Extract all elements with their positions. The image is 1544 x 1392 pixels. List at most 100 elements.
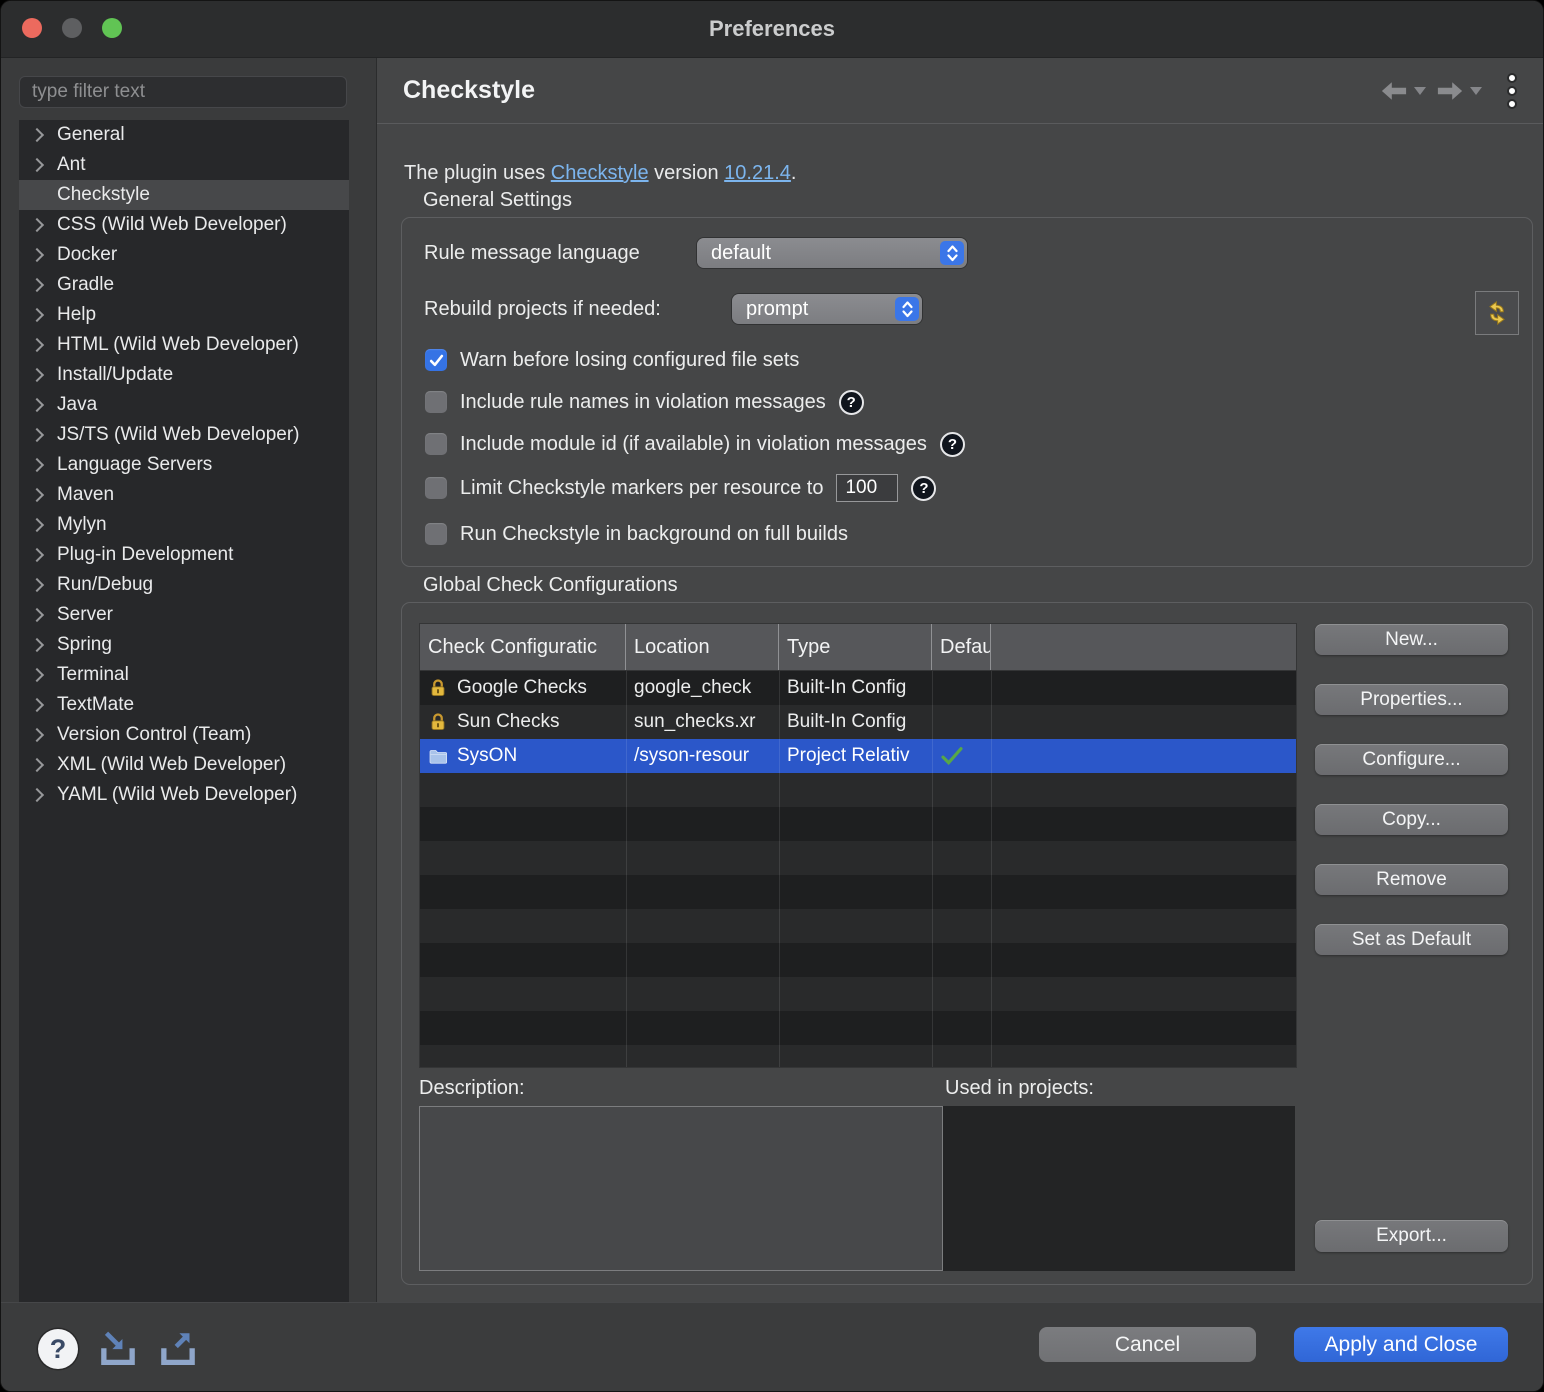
sidebar-item-js-ts[interactable]: JS/TS (Wild Web Developer)	[19, 420, 349, 450]
back-button[interactable]	[1379, 80, 1426, 102]
sidebar-item-xml[interactable]: XML (Wild Web Developer)	[19, 750, 349, 780]
filter-input[interactable]	[19, 76, 347, 108]
new-button[interactable]: New...	[1315, 624, 1508, 655]
warn-before-losing-checkbox[interactable]	[425, 349, 447, 371]
sidebar-item-html[interactable]: HTML (Wild Web Developer)	[19, 330, 349, 360]
table-row-sun-checks[interactable]: Sun Checks sun_checks.xr Built-In Config	[420, 705, 1296, 739]
sidebar-item-checkstyle[interactable]: Checkstyle	[19, 180, 349, 210]
properties-button[interactable]: Properties...	[1315, 684, 1508, 715]
sidebar-item-java[interactable]: Java	[19, 390, 349, 420]
dialog-footer: ? Cancel Apply and Close	[1, 1302, 1543, 1392]
sidebar-item-maven[interactable]: Maven	[19, 480, 349, 510]
sidebar-item-ant[interactable]: Ant	[19, 150, 349, 180]
column-header-default[interactable]: Defau	[932, 624, 991, 670]
sidebar-item-yaml[interactable]: YAML (Wild Web Developer)	[19, 780, 349, 810]
chevron-right-icon	[29, 788, 43, 802]
checkstyle-link[interactable]: Checkstyle	[551, 162, 649, 184]
export-preferences-icon[interactable]	[155, 1327, 201, 1373]
import-preferences-icon[interactable]	[95, 1327, 141, 1373]
chevron-right-icon	[29, 428, 43, 442]
sidebar-item-terminal[interactable]: Terminal	[19, 660, 349, 690]
chevron-right-icon	[29, 368, 43, 382]
page-title: Checkstyle	[403, 76, 535, 105]
help-icon[interactable]: ?	[839, 390, 864, 415]
sidebar-item-mylyn[interactable]: Mylyn	[19, 510, 349, 540]
used-in-projects-list	[943, 1106, 1295, 1271]
general-settings-label: General Settings	[423, 189, 572, 212]
chevron-right-icon	[29, 158, 43, 172]
arrow-right-icon	[1435, 80, 1465, 102]
global-check-configurations-group: Check Configuratic Location Type Defau G…	[401, 602, 1533, 1285]
up-down-stepper-icon	[940, 241, 964, 265]
checkbox-row-warn: Warn before losing configured file sets	[425, 346, 799, 374]
forward-history-dropdown-icon[interactable]	[1470, 87, 1482, 95]
lock-icon	[428, 712, 448, 732]
sidebar-item-textmate[interactable]: TextMate	[19, 690, 349, 720]
run-in-background-checkbox[interactable]	[425, 523, 447, 545]
sidebar-item-server[interactable]: Server	[19, 600, 349, 630]
description-label: Description:	[419, 1077, 525, 1100]
help-icon[interactable]: ?	[940, 432, 965, 457]
chevron-right-icon	[29, 578, 43, 592]
checkmark-icon	[940, 747, 964, 765]
sidebar-item-gradle[interactable]: Gradle	[19, 270, 349, 300]
apply-and-close-button[interactable]: Apply and Close	[1294, 1327, 1508, 1362]
chevron-right-icon	[29, 638, 43, 652]
sidebar-item-run-debug[interactable]: Run/Debug	[19, 570, 349, 600]
checkbox-row-module-id: Include module id (if available) in viol…	[425, 430, 965, 458]
set-as-default-button[interactable]: Set as Default	[1315, 924, 1508, 955]
forward-button[interactable]	[1435, 80, 1482, 102]
column-header-type[interactable]: Type	[779, 624, 932, 670]
sidebar-item-help[interactable]: Help	[19, 300, 349, 330]
chevron-right-icon	[29, 338, 43, 352]
sidebar-item-version-control[interactable]: Version Control (Team)	[19, 720, 349, 750]
chevron-right-icon	[29, 398, 43, 412]
sidebar-item-general[interactable]: General	[19, 120, 349, 150]
configure-button[interactable]: Configure...	[1315, 744, 1508, 775]
sidebar-item-plug-in-development[interactable]: Plug-in Development	[19, 540, 349, 570]
help-button[interactable]: ?	[38, 1329, 78, 1369]
chevron-right-icon	[29, 698, 43, 712]
sync-button[interactable]	[1475, 291, 1519, 335]
check-configurations-table: Check Configuratic Location Type Defau G…	[419, 623, 1297, 1068]
refresh-arrows-icon	[1483, 299, 1511, 327]
sidebar-item-language-servers[interactable]: Language Servers	[19, 450, 349, 480]
title-bar: Preferences	[1, 1, 1543, 58]
rule-message-language-select[interactable]: default	[697, 238, 967, 268]
export-button[interactable]: Export...	[1315, 1220, 1508, 1252]
chevron-right-icon	[29, 308, 43, 322]
chevron-right-icon	[29, 608, 43, 622]
checkbox-row-background-builds: Run Checkstyle in background on full bui…	[425, 520, 848, 548]
checkbox-row-rule-names: Include rule names in violation messages…	[425, 388, 864, 416]
view-menu-button[interactable]	[1507, 73, 1517, 109]
table-row-google-checks[interactable]: Google Checks google_check Built-In Conf…	[420, 671, 1296, 705]
chevron-right-icon	[29, 248, 43, 262]
version-link[interactable]: 10.21.4	[724, 162, 791, 184]
column-header-check-configuration[interactable]: Check Configuratic	[420, 624, 626, 670]
question-mark-circle-icon: ?	[50, 1334, 67, 1365]
help-icon[interactable]: ?	[911, 476, 936, 501]
checkstyle-preference-page: Checkstyle The plugin uses Checkstyle ve…	[377, 58, 1543, 1302]
column-header-location[interactable]: Location	[626, 624, 779, 670]
include-module-id-checkbox[interactable]	[425, 433, 447, 455]
window-title: Preferences	[1, 1, 1543, 57]
limit-markers-input[interactable]	[836, 474, 898, 502]
sidebar-item-docker[interactable]: Docker	[19, 240, 349, 270]
arrow-left-icon	[1379, 80, 1409, 102]
chevron-right-icon	[29, 518, 43, 532]
limit-markers-checkbox[interactable]	[425, 477, 447, 499]
copy-button[interactable]: Copy...	[1315, 804, 1508, 835]
cancel-button[interactable]: Cancel	[1039, 1327, 1256, 1362]
sidebar-item-spring[interactable]: Spring	[19, 630, 349, 660]
rebuild-projects-select[interactable]: prompt	[732, 294, 922, 324]
sidebar-item-css[interactable]: CSS (Wild Web Developer)	[19, 210, 349, 240]
lock-icon	[428, 678, 448, 698]
remove-button[interactable]: Remove	[1315, 864, 1508, 895]
back-history-dropdown-icon[interactable]	[1414, 87, 1426, 95]
chevron-right-icon	[29, 278, 43, 292]
table-row-syson[interactable]: SysON /syson-resour Project Relativ	[420, 739, 1296, 773]
chevron-right-icon	[29, 548, 43, 562]
sidebar-item-install-update[interactable]: Install/Update	[19, 360, 349, 390]
include-rule-names-checkbox[interactable]	[425, 391, 447, 413]
rebuild-projects-label: Rebuild projects if needed:	[424, 298, 661, 321]
